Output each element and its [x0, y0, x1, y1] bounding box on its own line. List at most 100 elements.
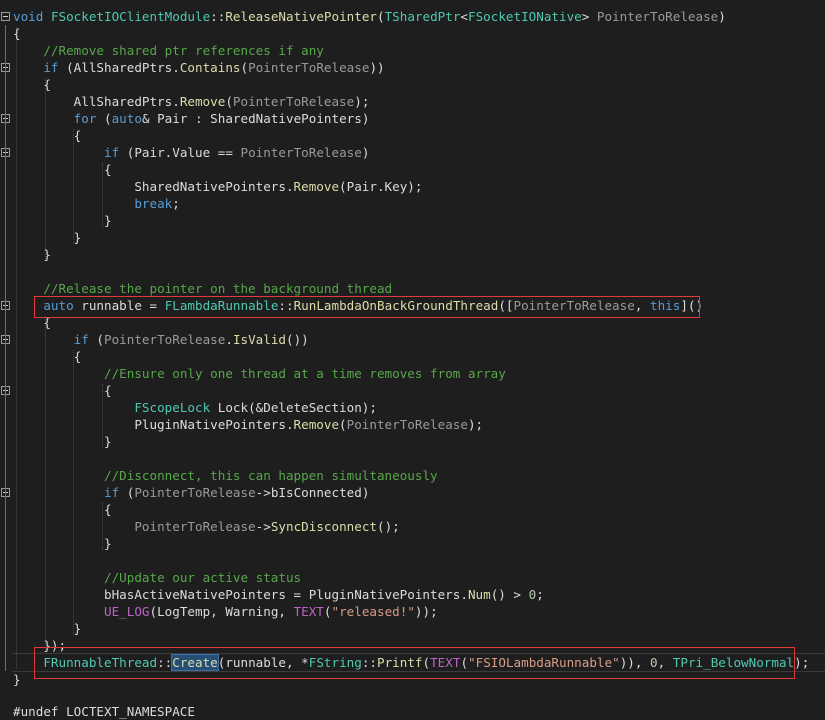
code-line: for (auto& Pair : SharedNativePointers): [13, 110, 370, 127]
code-token: if: [73, 332, 89, 347]
code-token: if: [104, 485, 120, 500]
code-token: SharedNativePointers.: [13, 179, 294, 194]
code-line: //Update our active status: [13, 569, 301, 586]
code-token: UE_LOG: [104, 604, 150, 619]
code-token: TEXT: [293, 604, 324, 619]
code-line: FScopeLock Lock(&DeleteSection);: [13, 399, 377, 416]
code-line: if (PointerToRelease->bIsConnected): [13, 484, 369, 501]
code-token: ::: [210, 9, 226, 24]
code-token: Num: [467, 587, 491, 602]
code-token: }: [13, 434, 112, 449]
code-token: PointerToRelease: [248, 60, 370, 75]
code-token: (: [377, 9, 385, 24]
code-token: PointerToRelease: [104, 332, 226, 347]
code-token: () >: [490, 587, 529, 602]
code-line: }: [13, 620, 82, 637]
code-line: {: [13, 25, 21, 42]
code-line: {: [13, 382, 112, 399]
outline-bar: [5, 348, 6, 637]
code-token: FSocketIOClientModule: [50, 9, 211, 24]
code-line: PointerToRelease->SyncDisconnect();: [13, 518, 400, 535]
code-token: if: [104, 145, 120, 160]
code-token: PointerToRelease: [232, 94, 355, 109]
code-line: {: [13, 348, 82, 365]
code-token: )): [369, 60, 385, 75]
code-line: }: [13, 212, 112, 229]
code-token: }: [13, 672, 21, 687]
outlining-margin: [0, 0, 12, 714]
code-token: PointerToRelease: [134, 485, 256, 500]
outline-bar: [5, 161, 6, 229]
code-token: {: [13, 383, 112, 398]
code-line: {: [13, 161, 112, 178]
code-line: }: [13, 246, 51, 263]
code-token: void: [13, 9, 44, 24]
code-token: & Pair : SharedNativePointers): [141, 111, 370, 126]
code-token: (: [225, 94, 233, 109]
code-line: SharedNativePointers.Remove(Pair.Key);: [13, 178, 422, 195]
code-token: ;: [172, 196, 180, 211]
code-token: {: [13, 162, 112, 177]
code-token: ): [361, 145, 370, 160]
code-token: "released!": [331, 604, 415, 619]
code-token: );: [467, 417, 484, 432]
code-token: }: [13, 621, 82, 636]
code-token: >: [581, 9, 597, 24]
code-token: );: [354, 94, 370, 109]
code-token: .: [225, 332, 233, 347]
code-line: }: [13, 229, 82, 246]
code-token: FSocketIONative: [468, 9, 582, 24]
code-token: //Release the pointer on the background …: [43, 281, 393, 296]
code-line: if (Pair.Value == PointerToRelease): [13, 144, 369, 161]
code-token: Lock(&DeleteSection);: [210, 400, 377, 415]
code-token: PluginNativePointers.: [13, 417, 294, 432]
code-line: break;: [13, 195, 180, 212]
code-token: (: [339, 417, 347, 432]
code-token: ));: [414, 604, 438, 619]
code-line: //Release the pointer on the background …: [13, 280, 392, 297]
code-line: bHasActiveNativePointers = PluginNativeP…: [13, 586, 544, 603]
code-token: ->bIsConnected): [255, 485, 370, 500]
code-token: PointerToRelease: [240, 145, 362, 160]
code-token: if: [43, 60, 59, 75]
code-token: (AllSharedPtrs.: [58, 60, 180, 75]
code-token: (: [88, 332, 105, 347]
code-line: }: [13, 535, 112, 552]
code-line: {: [13, 501, 112, 518]
code-token: (LogTemp, Warning,: [149, 604, 294, 619]
code-token: (: [96, 111, 112, 126]
code-token: AllSharedPtrs.: [13, 94, 180, 109]
code-token: }: [13, 230, 82, 245]
code-token: ReleaseNativePointer: [225, 9, 377, 24]
code-token: (: [323, 604, 332, 619]
code-line: {: [13, 127, 82, 144]
code-token: (Pair.Key);: [339, 179, 423, 194]
code-token: Remove: [293, 179, 340, 194]
code-token: }: [13, 247, 51, 262]
code-token: }: [13, 536, 112, 551]
minus-square-icon[interactable]: [1, 12, 10, 21]
code-line: PluginNativePointers.Remove(PointerToRel…: [13, 416, 483, 433]
outline-bar: [5, 501, 6, 552]
code-token: (: [240, 60, 249, 75]
code-token: ()): [286, 332, 309, 347]
code-token: ;: [536, 587, 544, 602]
code-token: bHasActiveNativePointers = PluginNativeP…: [13, 587, 468, 602]
code-line: {: [13, 76, 51, 93]
code-token: {: [13, 349, 82, 364]
code-token: {: [13, 77, 51, 92]
code-editor[interactable]: void FSocketIOClientModule::ReleaseNativ…: [0, 0, 825, 719]
code-token: PointerToRelease: [596, 9, 719, 24]
code-line: //Disconnect, this can happen simultaneo…: [13, 467, 438, 484]
code-token: ();: [376, 519, 400, 534]
code-token: TSharedPtr: [384, 9, 461, 24]
code-token: PointerToRelease: [346, 417, 468, 432]
code-line: UE_LOG(LogTemp, Warning, TEXT("released!…: [13, 603, 438, 620]
